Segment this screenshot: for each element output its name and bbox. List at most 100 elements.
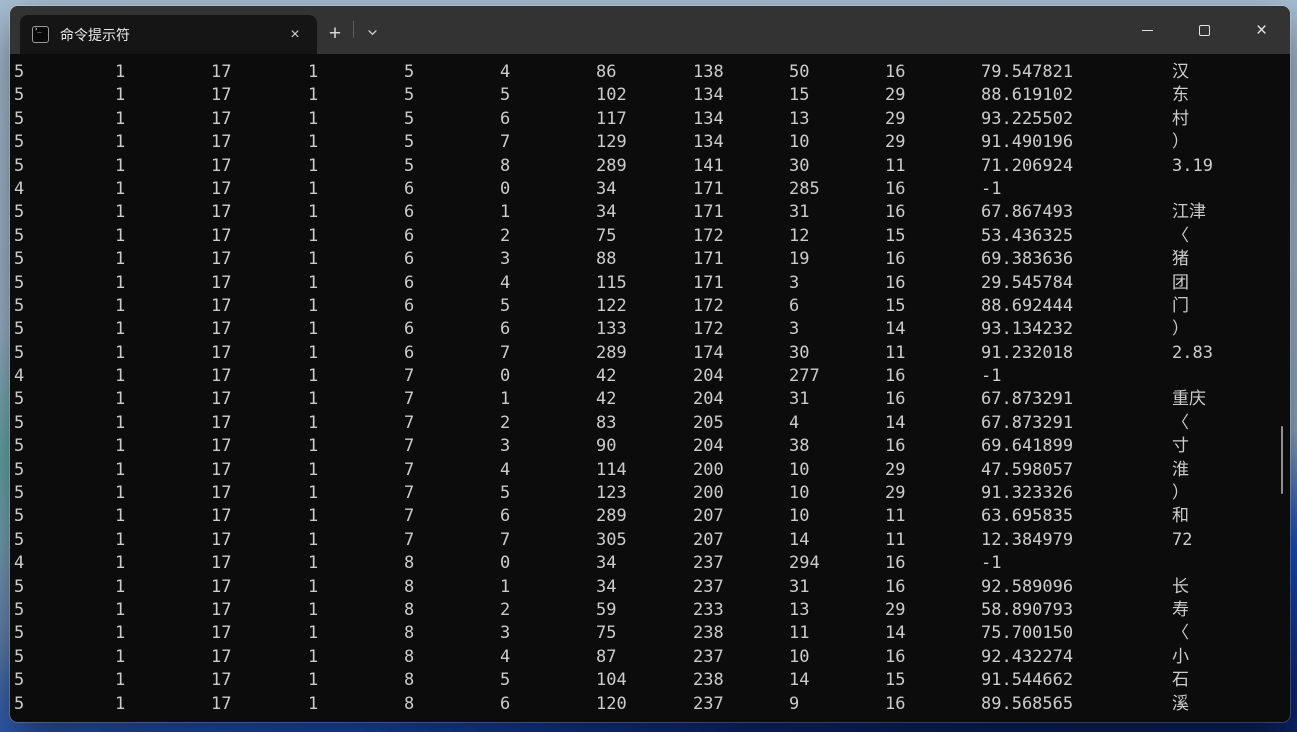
minimize-button[interactable] bbox=[1119, 10, 1176, 50]
cell: 134 bbox=[693, 85, 724, 106]
terminal-row: 5 1 17 1 5 7 129 134 10 29 91.490196 ） bbox=[10, 131, 1290, 154]
cell: 6 bbox=[500, 693, 511, 714]
cell: 5 bbox=[14, 389, 25, 410]
tab-close-icon[interactable]: × bbox=[283, 23, 307, 47]
cell: 16 bbox=[885, 249, 906, 270]
cell: 4 bbox=[14, 553, 25, 574]
cell: 17 bbox=[211, 319, 232, 340]
cell: 1 bbox=[115, 670, 126, 691]
cell: 0 bbox=[500, 366, 511, 387]
cell: 7 bbox=[500, 342, 511, 363]
cell: 29 bbox=[885, 85, 906, 106]
cell: 171 bbox=[693, 272, 724, 293]
cell: 小 bbox=[1172, 646, 1189, 667]
cell: 和 bbox=[1172, 506, 1189, 527]
cell: 2 bbox=[500, 412, 511, 433]
cell: 138 bbox=[693, 62, 724, 82]
cell: 5 bbox=[14, 459, 25, 480]
cell: 117 bbox=[596, 108, 627, 129]
cell: 1 bbox=[115, 225, 126, 246]
cell: 102 bbox=[596, 85, 627, 106]
terminal-row: 5 1 17 1 8 2 59 233 13 29 58.890793 寿 bbox=[10, 599, 1290, 622]
cell: 17 bbox=[211, 553, 232, 574]
cell: 87 bbox=[596, 646, 617, 667]
cell: 5 bbox=[500, 483, 511, 504]
terminal-row: 5 1 17 1 5 6 117 134 13 29 93.225502 村 bbox=[10, 108, 1290, 131]
cell: 5 bbox=[14, 342, 25, 363]
terminal-row: 5 1 17 1 6 6 133 172 3 14 93.134232 ） bbox=[10, 318, 1290, 341]
titlebar[interactable]: 命令提示符 × + × bbox=[10, 6, 1290, 54]
cell: 5 bbox=[14, 670, 25, 691]
scrollbar-thumb[interactable] bbox=[1281, 426, 1283, 494]
cell: 6 bbox=[789, 295, 800, 316]
cell: 17 bbox=[211, 693, 232, 714]
cell: 1 bbox=[115, 412, 126, 433]
cell: 2 bbox=[500, 225, 511, 246]
tab-command-prompt[interactable]: 命令提示符 × bbox=[20, 15, 317, 54]
cell: 3.19 bbox=[1172, 155, 1213, 176]
cell: 重庆 bbox=[1172, 389, 1206, 410]
cell: 1 bbox=[115, 389, 126, 410]
cell: 75.700150 bbox=[981, 623, 1074, 644]
cell: 1 bbox=[308, 366, 319, 387]
cell: 171 bbox=[693, 249, 724, 270]
cell: 1 bbox=[115, 155, 126, 176]
cell: 1 bbox=[115, 599, 126, 620]
terminal-output[interactable]: 5 1 17 1 5 4 86 138 50 16 79.547821 汉 5 1 17 1 5 5 102 134 1… bbox=[10, 54, 1290, 722]
cell: 17 bbox=[211, 295, 232, 316]
terminal-row: 5 1 17 1 6 1 34 171 31 16 67.867493 江津 bbox=[10, 201, 1290, 224]
cell: 6 bbox=[404, 319, 415, 340]
cell: 淮 bbox=[1172, 459, 1189, 480]
cell: 7 bbox=[404, 483, 415, 504]
cell: 1 bbox=[115, 202, 126, 223]
cell: 5 bbox=[500, 85, 511, 106]
cell: 1 bbox=[308, 295, 319, 316]
cell: -1 bbox=[981, 366, 1002, 387]
cell: 1 bbox=[115, 108, 126, 129]
cell: 1 bbox=[308, 483, 319, 504]
new-tab-button[interactable]: + bbox=[317, 15, 353, 54]
cell: 7 bbox=[500, 132, 511, 153]
cell: 205 bbox=[693, 412, 724, 433]
cell: 63.695835 bbox=[981, 506, 1074, 527]
cell: 1 bbox=[308, 132, 319, 153]
cell: 71.206924 bbox=[981, 155, 1074, 176]
maximize-button[interactable] bbox=[1176, 10, 1233, 50]
cell bbox=[1172, 552, 1290, 575]
cell: 67.867493 bbox=[981, 202, 1074, 223]
cell: 31 bbox=[789, 202, 810, 223]
cell: 58.890793 bbox=[981, 599, 1074, 620]
caption-controls: × bbox=[1119, 6, 1290, 54]
close-button[interactable]: × bbox=[1233, 10, 1290, 50]
cell: 1 bbox=[308, 599, 319, 620]
terminal-row: 5 1 17 1 7 4 114 200 10 29 47.598057 淮 bbox=[10, 459, 1290, 482]
cell: 溪 bbox=[1172, 693, 1189, 714]
cell: 289 bbox=[596, 506, 627, 527]
terminal-window: 命令提示符 × + × 511715486138501679.5478 bbox=[10, 6, 1290, 722]
cell: 15 bbox=[789, 85, 810, 106]
cell: 5 bbox=[500, 295, 511, 316]
cell: 1 bbox=[308, 529, 319, 550]
cell: 11 bbox=[885, 342, 906, 363]
terminal-row: 5 1 17 1 6 5 122 172 6 15 88.692444 门 bbox=[10, 295, 1290, 318]
cell: 村 bbox=[1172, 108, 1189, 129]
cell: 5 bbox=[14, 693, 25, 714]
cell: 17 bbox=[211, 670, 232, 691]
terminal-row: 5 1 17 1 6 2 75 172 12 15 53.436325 〈 bbox=[10, 225, 1290, 248]
cell: 1 bbox=[308, 693, 319, 714]
cell bbox=[1172, 365, 1290, 388]
cell: 237 bbox=[693, 576, 724, 597]
cell: 17 bbox=[211, 529, 232, 550]
cell: 14 bbox=[885, 623, 906, 644]
cell: 29 bbox=[885, 108, 906, 129]
cell: 1 bbox=[115, 366, 126, 387]
terminal-row: 5 1 17 1 7 5 123 200 10 29 91.323326） bbox=[10, 482, 1290, 505]
cell: 204 bbox=[693, 366, 724, 387]
cell: 1 bbox=[308, 178, 319, 199]
cell: 6 bbox=[404, 202, 415, 223]
cell: 5 bbox=[14, 529, 25, 550]
cell: 92.432274 bbox=[981, 646, 1074, 667]
cell: 207 bbox=[693, 529, 724, 550]
cell: 1 bbox=[308, 225, 319, 246]
tab-dropdown-button[interactable] bbox=[354, 15, 390, 54]
